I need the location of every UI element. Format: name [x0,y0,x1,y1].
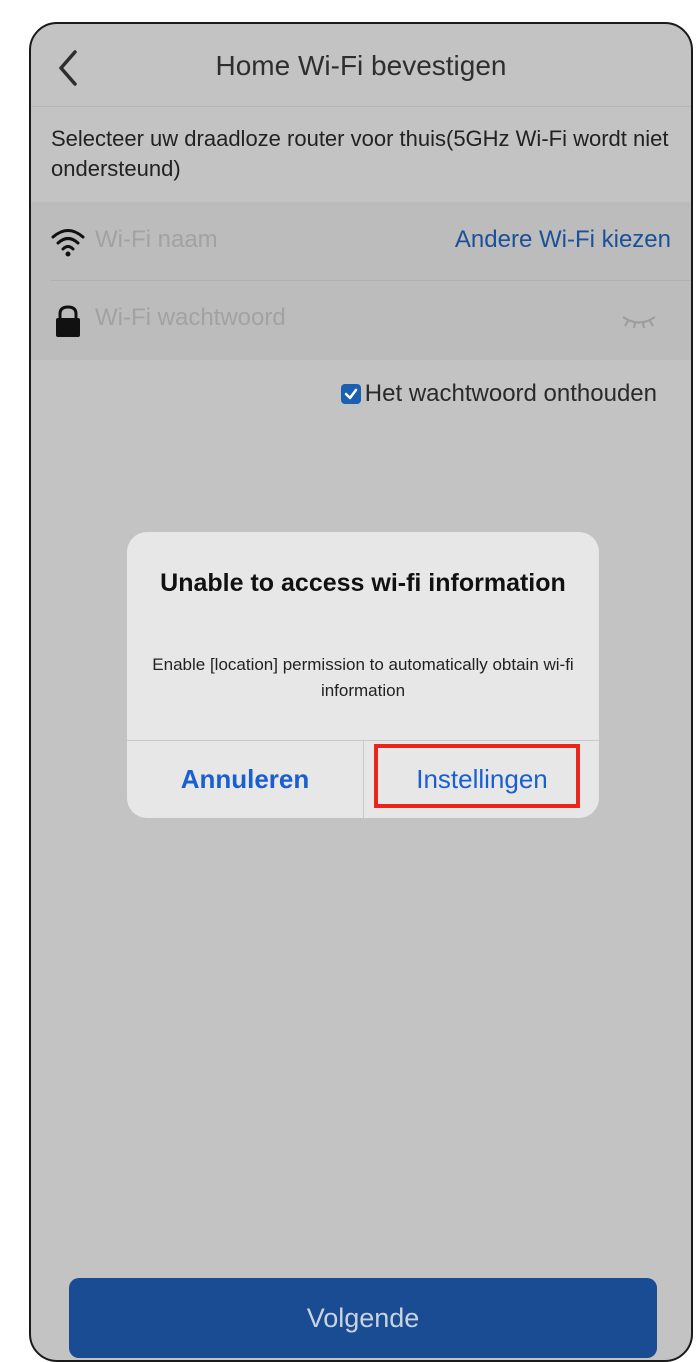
choose-other-wifi-link[interactable]: Andere Wi-Fi kiezen [455,226,671,254]
divider [31,106,691,107]
page-title: Home Wi-Fi bevestigen [215,50,507,81]
next-button[interactable]: Volgende [69,1278,657,1358]
remember-checkbox[interactable] [340,384,361,404]
wifi-password-row[interactable]: Wi-Fi wachtwoord [31,280,691,358]
phone-screen: Home Wi-Fi bevestigen Selecteer uw draad… [29,22,693,1362]
back-button[interactable] [53,46,83,90]
wifi-name-row[interactable]: Wi-Fi naam Andere Wi-Fi kiezen [31,202,691,281]
intro-text: Selecteer uw draadloze router voor thuis… [51,126,669,181]
wifi-form: Wi-Fi naam Andere Wi-Fi kiezen Wi-Fi wac… [31,202,691,360]
alert-dialog: Unable to access wi-fi information Enabl… [127,532,599,818]
dialog-message: Enable [location] permission to automati… [152,655,574,700]
remember-password-option[interactable]: Het wachtwoord onthouden [340,380,657,408]
chevron-left-icon [59,50,77,86]
settings-button[interactable]: Instellingen [364,741,599,818]
navigation-bar: Home Wi-Fi bevestigen [31,24,691,108]
checkmark-icon [344,388,358,400]
remember-label: Het wachtwoord onthouden [364,380,657,407]
eye-closed-icon[interactable] [619,312,659,330]
wifi-icon [51,226,85,258]
lock-icon [51,304,85,337]
cancel-button[interactable]: Annuleren [127,741,363,818]
wifi-name-field[interactable]: Wi-Fi naam [95,226,218,254]
wifi-password-field[interactable]: Wi-Fi wachtwoord [95,304,286,332]
dialog-title: Unable to access wi-fi information [160,569,566,597]
